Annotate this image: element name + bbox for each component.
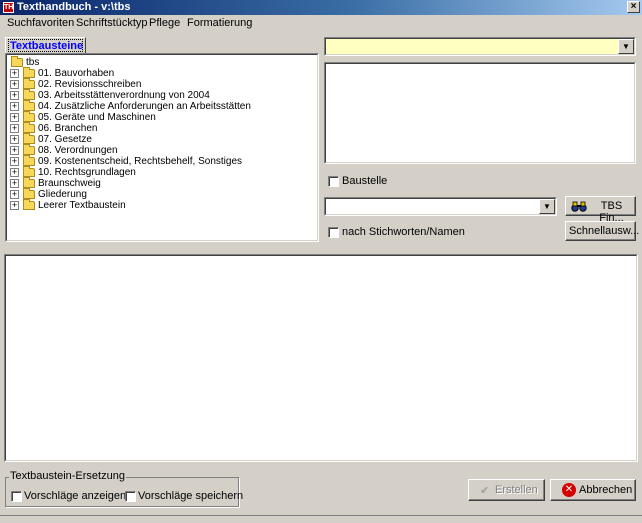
main-text-area[interactable] [4,254,638,462]
ersetzung-group-title: Textbaustein-Ersetzung [9,470,126,482]
folder-icon [23,177,35,188]
tree-item-label: 04. Zusätzliche Anforderungen an Arbeits… [38,101,251,112]
expand-icon[interactable]: + [10,69,19,78]
erstellen-label: Erstellen [495,484,538,496]
status-strip [0,515,642,523]
app-icon: TH [3,2,14,13]
cancel-icon: ✕ [562,483,576,497]
expand-icon[interactable]: + [10,102,19,111]
expand-icon[interactable]: + [10,91,19,100]
tree-item-label: 05. Geräte und Maschinen [38,112,156,123]
expand-icon[interactable]: + [10,80,19,89]
folder-icon [23,155,35,166]
baustelle-label: Baustelle [342,175,388,187]
tab-label: Textbausteine [8,39,84,52]
window-title: Texthandbuch - v:\tbs [17,1,131,13]
folder-icon [23,89,35,100]
tree-item-label: 07. Gesetze [38,134,92,145]
tree-item-label: 03. Arbeitsstättenverordnung von 2004 [38,90,210,101]
tree-view[interactable]: tbs + 01. Bauvorhaben + 02. Revisionssch… [5,53,319,242]
tree-item-label: 06. Branchen [38,123,98,134]
tree-item-label: 08. Verordnungen [38,145,118,156]
tree-item-label: Leerer Textbaustein [38,200,126,211]
folder-open-icon [11,56,23,67]
expand-icon[interactable]: + [10,135,19,144]
abbrechen-button[interactable]: ✕ Abbrechen [550,479,636,501]
expand-icon[interactable]: + [10,146,19,155]
binoculars-icon [571,201,587,212]
tab-textbausteine[interactable]: Textbausteine [5,37,86,54]
checkmark-icon: ✔ [480,485,490,497]
folder-icon [23,133,35,144]
title-bar: TH Texthandbuch - v:\tbs × [0,0,642,15]
expand-icon[interactable]: + [10,201,19,210]
stichworten-label: nach Stichworten/Namen [342,226,465,238]
search-combo[interactable]: ▼ [324,197,557,216]
vorschlaege-anzeigen-checkbox[interactable] [11,491,22,502]
menu-formatierung[interactable]: Formatierung [187,17,252,29]
expand-icon[interactable]: + [10,113,19,122]
close-button[interactable]: × [627,1,640,13]
tree-item-label: Braunschweig [38,178,101,189]
stichworten-checkbox[interactable] [328,227,339,238]
folder-icon [23,144,35,155]
expand-icon[interactable]: + [10,179,19,188]
expand-icon[interactable]: + [10,190,19,199]
abbrechen-label: Abbrechen [579,484,633,496]
tbs-find-button[interactable]: TBS Fin... [565,196,636,224]
folder-icon [23,67,35,78]
preview-textarea[interactable] [324,62,636,164]
tree-item-label: Gliederung [38,189,87,200]
folder-icon [23,100,35,111]
schnellauswahl-label: Schnellausw... [569,225,640,237]
tree-item-label: 10. Rechtsgrundlagen [38,167,136,178]
textbaustein-combo[interactable]: ▼ [324,37,636,56]
vorschlaege-speichern-checkbox[interactable] [125,491,136,502]
erstellen-button[interactable]: ✔ Erstellen [468,479,545,501]
folder-icon [23,188,35,199]
folder-icon [23,111,35,122]
baustelle-checkbox[interactable] [328,176,339,187]
menu-pflege[interactable]: Pflege [149,17,180,29]
menu-bar: Suchfavoriten Schriftstücktyp Pflege For… [0,15,642,34]
vorschlaege-speichern-label: Vorschläge speichern [138,490,244,502]
tree-item-label: 02. Revisionsschreiben [38,79,142,90]
vorschlaege-anzeigen-label: Vorschläge anzeigen [24,490,127,502]
tree-item-label: 09. Kostenentscheid, Rechtsbehelf, Sonst… [38,156,243,167]
folder-icon [23,122,35,133]
folder-icon [23,166,35,177]
folder-icon [23,78,35,89]
folder-icon [23,199,35,210]
expand-icon[interactable]: + [10,157,19,166]
chevron-down-icon[interactable]: ▼ [539,199,555,214]
tree-item-label: 01. Bauvorhaben [38,68,115,79]
schnellauswahl-button[interactable]: Schnellausw... [565,221,640,241]
menu-suchfavoriten[interactable]: Suchfavoriten [7,17,74,29]
expand-icon[interactable]: + [10,124,19,133]
menu-schriftstuecktyp[interactable]: Schriftstücktyp [76,17,148,29]
chevron-down-icon[interactable]: ▼ [618,39,634,54]
expand-icon[interactable]: + [10,168,19,177]
